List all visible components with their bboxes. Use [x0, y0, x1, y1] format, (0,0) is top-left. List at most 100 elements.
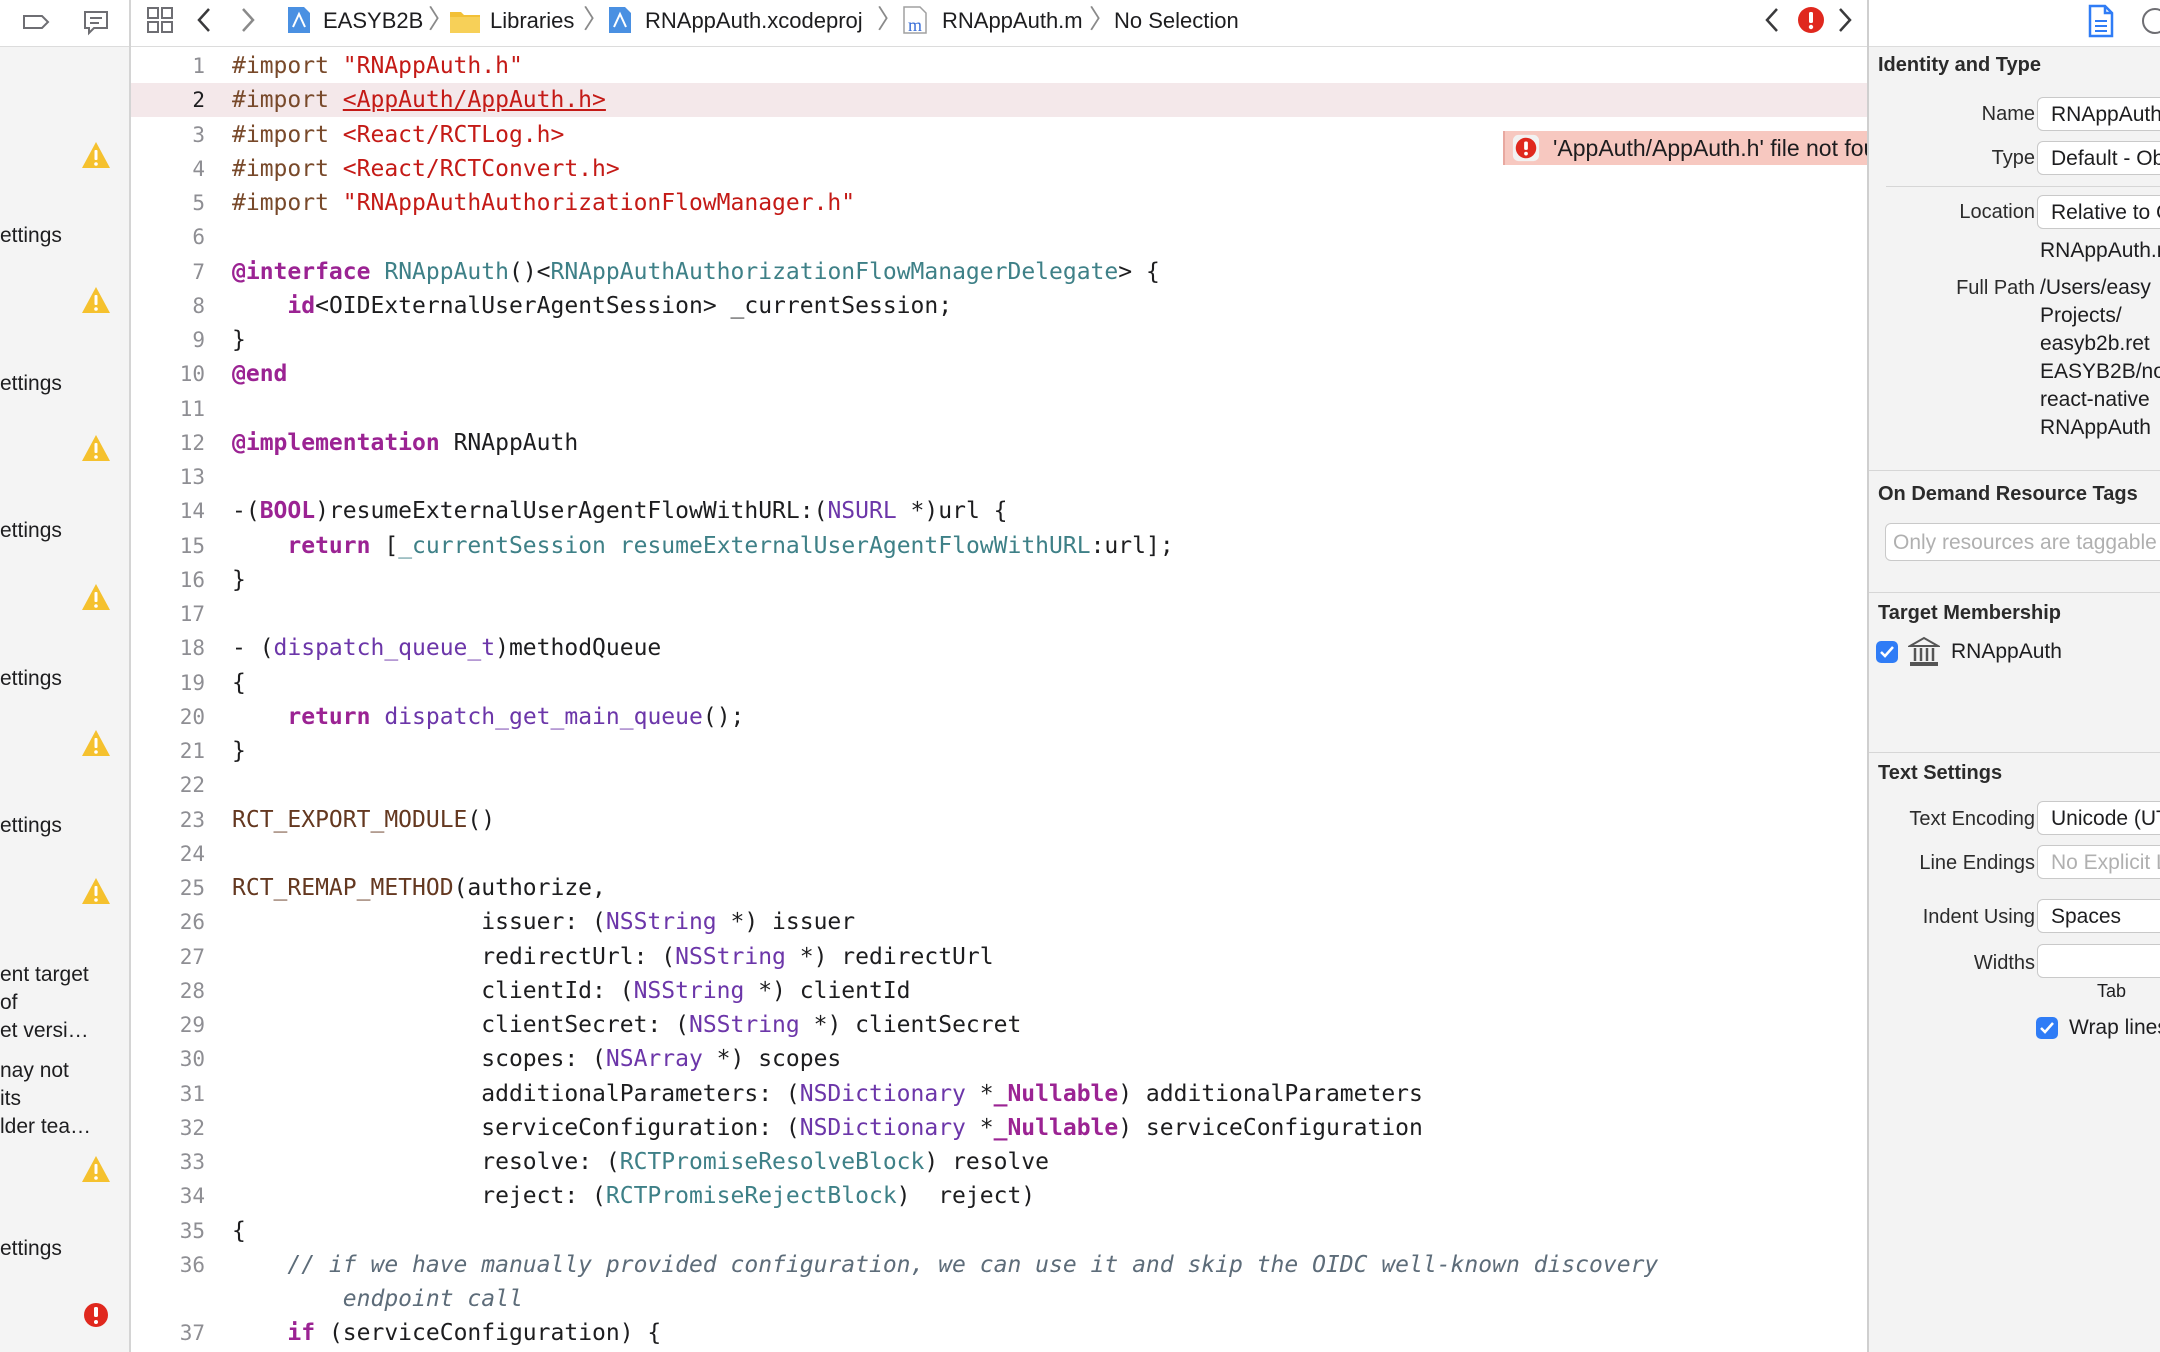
code-text[interactable]: }: [232, 323, 246, 357]
code-text[interactable]: {: [232, 1214, 246, 1248]
line-number[interactable]: 15: [131, 529, 205, 563]
breadcrumb-symbol[interactable]: No Selection: [1114, 7, 1239, 35]
line-number[interactable]: 12: [131, 426, 205, 460]
issue-text[interactable]: its: [0, 1085, 21, 1113]
warning-icon[interactable]: [80, 140, 112, 170]
code-text[interactable]: #import "RNAppAuthAuthorizationFlowManag…: [232, 186, 855, 220]
encoding-popup[interactable]: Unicode (UTF-8): [2037, 801, 2160, 835]
code-line[interactable]: 14 -(BOOL)resumeExternalUserAgentFlowWith…: [131, 494, 1867, 528]
line-number[interactable]: 11: [131, 392, 205, 426]
issue-text[interactable]: ettings: [0, 222, 62, 250]
line-number[interactable]: 6: [131, 220, 205, 254]
code-text[interactable]: @interface RNAppAuth()<RNAppAuthAuthoriz…: [232, 255, 1160, 289]
breadcrumb-group[interactable]: Libraries: [490, 7, 574, 35]
code-line[interactable]: 27 redirectUrl: (NSString *) redirectUrl: [131, 940, 1867, 974]
code-text[interactable]: id<OIDExternalUserAgentSession> _current…: [232, 289, 952, 323]
issue-text[interactable]: ettings: [0, 1235, 62, 1263]
line-number[interactable]: 19: [131, 666, 205, 700]
code-line[interactable]: 26 issuer: (NSString *) issuer: [131, 905, 1867, 939]
line-number[interactable]: 24: [131, 837, 205, 871]
code-line[interactable]: 1 #import "RNAppAuth.h": [131, 49, 1867, 83]
code-line-error[interactable]: 2 #import <AppAuth/AppAuth.h>: [131, 83, 1867, 118]
line-number[interactable]: 3: [131, 118, 205, 152]
warning-icon[interactable]: [80, 728, 112, 758]
line-number[interactable]: 27: [131, 940, 205, 974]
code-text[interactable]: // if we have manually provided configur…: [232, 1248, 1658, 1282]
line-endings-popup[interactable]: No Explicit Line Endings: [2037, 845, 2160, 879]
line-number[interactable]: 22: [131, 768, 205, 802]
error-banner[interactable]: 'AppAuth/AppAuth.h' file not found: [1503, 131, 1867, 165]
code-line[interactable]: 11: [131, 392, 1867, 426]
code-text[interactable]: endpoint call: [232, 1282, 523, 1316]
issue-text[interactable]: of: [0, 989, 18, 1017]
code-line[interactable]: 28 clientId: (NSString *) clientId: [131, 974, 1867, 1008]
code-text[interactable]: - (dispatch_queue_t)methodQueue: [232, 631, 661, 665]
line-number[interactable]: 7: [131, 255, 205, 289]
target-checkbox[interactable]: [1876, 641, 1898, 663]
report-icon[interactable]: [80, 6, 112, 38]
code-text[interactable]: #import <React/RCTLog.h>: [232, 118, 564, 152]
line-number[interactable]: 33: [131, 1145, 205, 1179]
code-line[interactable]: 10 @end: [131, 357, 1867, 391]
code-line[interactable]: 6: [131, 220, 1867, 254]
code-line[interactable]: 35 {: [131, 1214, 1867, 1248]
code-line[interactable]: 9}: [131, 323, 1867, 357]
file-inspector-icon[interactable]: [2087, 4, 2115, 43]
warning-icon[interactable]: [80, 1154, 112, 1184]
line-number[interactable]: 31: [131, 1077, 205, 1111]
code-line[interactable]: 24: [131, 837, 1867, 871]
line-number[interactable]: 4: [131, 152, 205, 186]
breadcrumb-project[interactable]: EASYB2B: [323, 7, 423, 35]
code-line[interactable]: 23 RCT_EXPORT_MODULE(): [131, 803, 1867, 837]
code-line[interactable]: 29 clientSecret: (NSString *) clientSecr…: [131, 1008, 1867, 1042]
line-number[interactable]: 16: [131, 563, 205, 597]
code-line[interactable]: 12 @implementation RNAppAuth: [131, 426, 1867, 460]
line-number[interactable]: 5: [131, 186, 205, 220]
code-line[interactable]: 34 reject: (RCTPromiseRejectBlock) rejec…: [131, 1179, 1867, 1213]
code-text[interactable]: -(BOOL)resumeExternalUserAgentFlowWithUR…: [232, 494, 1007, 528]
issue-text[interactable]: ettings: [0, 370, 62, 398]
code-line[interactable]: 19 {: [131, 666, 1867, 700]
code-line[interactable]: 31 additionalParameters: (NSDictionary *…: [131, 1077, 1867, 1111]
warning-icon[interactable]: [80, 433, 112, 463]
line-number[interactable]: 14: [131, 494, 205, 528]
code-text[interactable]: resolve: (RCTPromiseResolveBlock) resolv…: [232, 1145, 1049, 1179]
indent-popup[interactable]: Spaces: [2037, 899, 2160, 933]
code-text[interactable]: clientSecret: (NSString *) clientSecret: [232, 1008, 1021, 1042]
issue-text[interactable]: nay not: [0, 1057, 69, 1085]
type-popup[interactable]: Default - Objective-C Source: [2037, 141, 2160, 175]
code-text[interactable]: {: [232, 666, 246, 700]
code-text[interactable]: }: [232, 734, 246, 768]
breakpoint-icon[interactable]: [20, 6, 52, 38]
breadcrumb-file[interactable]: RNAppAuth.m: [942, 7, 1083, 35]
line-number[interactable]: 25: [131, 871, 205, 905]
line-number[interactable]: 1: [131, 49, 205, 83]
warning-icon[interactable]: [80, 582, 112, 612]
code-text[interactable]: RCT_REMAP_METHOD(authorize,: [232, 871, 606, 905]
code-text[interactable]: redirectUrl: (NSString *) redirectUrl: [232, 940, 993, 974]
line-number[interactable]: 28: [131, 974, 205, 1008]
code-line[interactable]: 22: [131, 768, 1867, 802]
issue-text[interactable]: lder tea…: [0, 1113, 91, 1141]
line-number[interactable]: 13: [131, 460, 205, 494]
next-issue-icon[interactable]: [1832, 3, 1856, 44]
line-number[interactable]: 32: [131, 1111, 205, 1145]
line-number[interactable]: 8: [131, 289, 205, 323]
code-text[interactable]: #import <React/RCTConvert.h>: [232, 152, 620, 186]
line-number[interactable]: 37: [131, 1316, 205, 1350]
forward-chevron-icon[interactable]: [235, 3, 259, 44]
code-line[interactable]: 33 resolve: (RCTPromiseResolveBlock) res…: [131, 1145, 1867, 1179]
line-number[interactable]: 17: [131, 597, 205, 631]
code-text[interactable]: @implementation RNAppAuth: [232, 426, 578, 460]
source-editor[interactable]: 1 #import "RNAppAuth.h" 2 #import <AppAuth/…: [131, 47, 1867, 1352]
code-text[interactable]: additionalParameters: (NSDictionary *_Nu…: [232, 1077, 1423, 1111]
line-number[interactable]: 36: [131, 1248, 205, 1282]
code-text[interactable]: scopes: (NSArray *) scopes: [232, 1042, 841, 1076]
code-text[interactable]: reject: (RCTPromiseRejectBlock) reject): [232, 1179, 1035, 1213]
issue-text[interactable]: et versi…: [0, 1017, 89, 1045]
line-number[interactable]: 20: [131, 700, 205, 734]
warning-icon[interactable]: [80, 285, 112, 315]
code-line[interactable]: 36 // if we have manually provided confi…: [131, 1248, 1867, 1282]
issue-text[interactable]: ettings: [0, 517, 62, 545]
name-field[interactable]: RNAppAuth.m: [2037, 97, 2160, 131]
